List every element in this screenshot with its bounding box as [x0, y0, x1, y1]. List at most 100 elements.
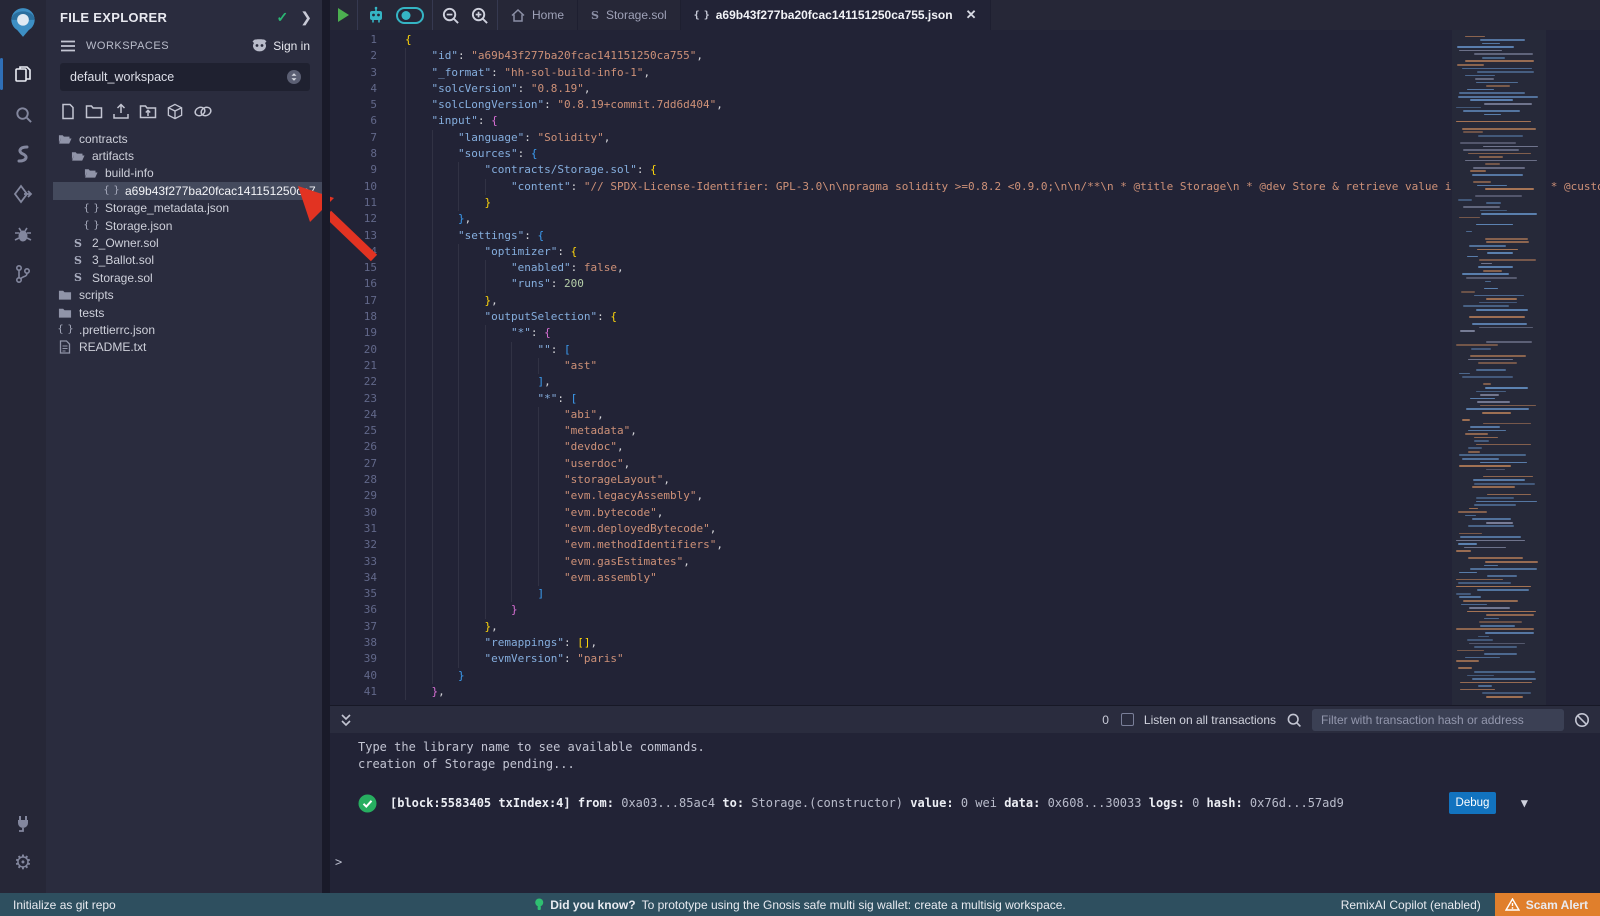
sidebar-item-search[interactable] [0, 94, 46, 134]
tab-home[interactable]: Home [498, 0, 578, 30]
zoom-in-icon[interactable] [470, 6, 489, 25]
tab-storage-sol[interactable]: S Storage.sol [578, 0, 681, 30]
file-name: Storage.sol [92, 271, 153, 285]
file-tree-item[interactable]: scripts [46, 287, 322, 304]
minimap-line [1459, 454, 1526, 456]
select-caret-icon [286, 69, 302, 85]
line-number: 10 [330, 179, 377, 195]
folder-open-icon [84, 167, 98, 179]
ai-assistant-icon[interactable] [366, 5, 386, 25]
minimap-line [1460, 689, 1495, 691]
file-tree-item[interactable]: { }.prettierrc.json [46, 321, 322, 338]
terminal-prompt[interactable]: > [335, 855, 342, 869]
code-line: "_format": "hh-sol-build-info-1", [405, 65, 1600, 81]
code-line: "evm.deployedBytecode", [405, 521, 1600, 537]
minimap-line [1457, 46, 1514, 48]
file-tree-item[interactable]: artifacts [46, 147, 322, 164]
line-number: 3 [330, 65, 377, 81]
file-tree-item[interactable]: build-info [46, 165, 322, 182]
collapse-terminal-icon[interactable] [338, 712, 354, 728]
upload-file-icon[interactable] [112, 103, 130, 120]
minimap-line [1467, 639, 1493, 641]
workspaces-label: WORKSPACES [86, 40, 251, 52]
debug-button[interactable]: Debug [1449, 792, 1496, 814]
minimap-line [1463, 206, 1500, 208]
file-tree-item[interactable]: README.txt [46, 339, 322, 356]
transaction-filter-input[interactable] [1312, 709, 1564, 731]
file-name: artifacts [92, 149, 134, 163]
line-number: 31 [330, 521, 377, 537]
run-script-button[interactable] [338, 8, 349, 22]
sidebar-item-debugger[interactable] [0, 214, 46, 254]
file-tree-item[interactable]: S2_Owner.sol [46, 234, 322, 251]
sidebar-item-settings[interactable]: ⚙ [0, 843, 46, 883]
file-tree-item[interactable]: S3_Ballot.sol [46, 252, 322, 269]
tab-label: Storage.sol [606, 8, 667, 22]
git-init-button[interactable]: Initialize as git repo [13, 898, 116, 912]
sidebar-item-solidity-compiler[interactable] [0, 134, 46, 174]
new-file-icon[interactable] [60, 103, 76, 120]
transaction-log-row[interactable]: [block:5583405 txIndex:4] from: 0xa03...… [330, 788, 1600, 818]
minimap-line [1467, 89, 1494, 91]
copilot-status[interactable]: RemixAI Copilot (enabled) [1341, 898, 1481, 912]
minimap-line [1469, 245, 1506, 247]
file-icon [58, 340, 72, 354]
panel-resize-handle[interactable] [322, 0, 330, 893]
tab-build-info-json[interactable]: { } a69b43f277ba20fcac141151250ca755.jso… [681, 0, 991, 30]
minimap-line [1487, 575, 1517, 577]
file-tree-item[interactable]: SStorage.sol [46, 269, 322, 286]
github-signin-button[interactable]: Sign in [251, 38, 310, 53]
remix-logo[interactable] [6, 6, 40, 40]
minimap-line [1484, 288, 1498, 290]
workspace-select[interactable]: default_workspace [60, 63, 310, 91]
scam-alert-button[interactable]: Scam Alert [1495, 893, 1600, 916]
file-tree-item[interactable]: { }Storage_metadata.json [46, 200, 322, 217]
file-tree-item[interactable]: { }Storage.json [46, 217, 322, 234]
minimap-line [1459, 92, 1525, 94]
minimap-line [1477, 71, 1534, 73]
expand-transaction-icon[interactable]: ▼ [1521, 796, 1528, 810]
cube-icon[interactable] [166, 103, 184, 120]
line-number: 38 [330, 635, 377, 651]
minimap-line [1486, 202, 1501, 204]
link-icon[interactable] [193, 103, 213, 120]
minimap-line [1478, 362, 1517, 364]
file-explorer-icon [13, 64, 33, 84]
line-number: 6 [330, 113, 377, 129]
upload-folder-icon[interactable] [139, 103, 157, 120]
file-tree-item[interactable]: contracts [46, 130, 322, 147]
minimap-line [1465, 60, 1534, 62]
new-folder-icon[interactable] [85, 103, 103, 120]
line-number: 33 [330, 554, 377, 570]
zoom-out-icon[interactable] [441, 6, 460, 25]
tip-text: To prototype using the Gnosis safe multi… [642, 898, 1066, 912]
code-line: "id": "a69b43f277ba20fcac141151250ca755"… [405, 48, 1600, 64]
minimap-line [1485, 632, 1534, 634]
close-tab-icon[interactable]: ✕ [966, 7, 977, 23]
file-tree-item[interactable]: tests [46, 304, 322, 321]
sidebar-item-plugin-manager[interactable] [0, 803, 46, 843]
file-tree-item[interactable]: { }a69b43f277ba20fcac141151250ca7... [53, 182, 322, 199]
terminal[interactable]: Type the library name to see available c… [330, 733, 1600, 893]
code-editor[interactable]: 1234567891011121314151617181920212223242… [330, 30, 1600, 705]
listen-all-transactions-checkbox[interactable] [1121, 713, 1134, 726]
search-transactions-icon[interactable] [1286, 712, 1302, 728]
chevron-right-icon[interactable]: ❯ [300, 9, 312, 26]
code-lines[interactable]: {"id": "a69b43f277ba20fcac141151250ca755… [405, 32, 1600, 700]
minimap[interactable] [1452, 30, 1546, 705]
sidebar-item-deploy-run[interactable] [0, 174, 46, 214]
minimap-line [1461, 291, 1475, 293]
json-file-icon: { } [84, 203, 98, 214]
minimap-line [1475, 78, 1494, 80]
sidebar-item-git[interactable] [0, 254, 46, 294]
tx-value-label: value: [910, 796, 953, 810]
sidebar-item-file-explorer[interactable] [0, 54, 46, 94]
file-name: Storage.json [105, 219, 172, 233]
minimap-line [1480, 625, 1515, 627]
copilot-toggle[interactable] [396, 7, 424, 24]
code-line: "abi", [405, 407, 1600, 423]
clear-console-icon[interactable] [1574, 712, 1590, 728]
hamburger-menu-icon[interactable] [60, 40, 76, 52]
minimap-line [1460, 536, 1521, 538]
file-name: README.txt [79, 340, 146, 354]
